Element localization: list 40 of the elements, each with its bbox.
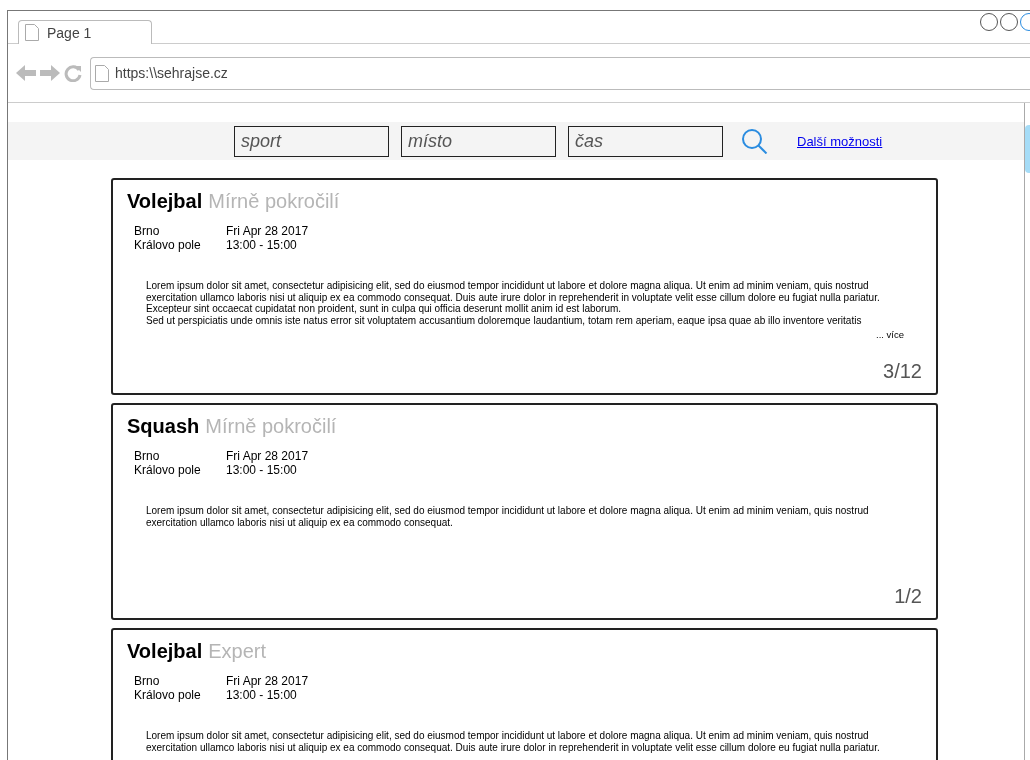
time-text: 13:00 - 15:00 bbox=[226, 463, 298, 477]
page-icon bbox=[25, 24, 39, 41]
date-text: Fri Apr 28 2017 bbox=[226, 675, 309, 689]
time-text: 13:00 - 15:00 bbox=[226, 238, 298, 252]
browser-tab[interactable]: Page 1 bbox=[18, 20, 152, 44]
sport-name: Volejbal bbox=[127, 190, 203, 213]
place-text: Královo pole bbox=[134, 238, 202, 252]
search-field[interactable]: místo bbox=[401, 125, 556, 157]
sport-name: Squash bbox=[127, 415, 200, 438]
date-text: Fri Apr 28 2017 bbox=[226, 450, 309, 464]
scroll-thumb[interactable] bbox=[1025, 125, 1030, 173]
event-card[interactable] bbox=[111, 178, 938, 395]
participant-count: 1/2 bbox=[894, 585, 922, 608]
place-text: Královo pole bbox=[134, 688, 202, 702]
skill-level: Mírně pokročilí bbox=[205, 415, 337, 438]
skill-level: Mírně pokročilí bbox=[208, 190, 340, 213]
more-options-link[interactable]: Další možnosti bbox=[797, 133, 883, 149]
place-text: Královo pole bbox=[134, 463, 202, 477]
reload-icon[interactable] bbox=[64, 64, 82, 82]
time-text: 13:00 - 15:00 bbox=[226, 688, 298, 702]
city-text: Brno bbox=[134, 225, 161, 239]
search-icon[interactable] bbox=[741, 128, 769, 154]
back-icon[interactable] bbox=[16, 65, 36, 81]
description-text: Lorem ipsum dolor sit amet, consectetur adipisicing elit, sed do eiusmod tempor incididunt ut labore et dolore magna aliqua. Ut enim ad minim veniam, quis nostrud exercitation ullamco laboris nisi ut aliquip ex ea commodo consequat. Duis aute irure dolor in reprehenderit in voluptate velit esse cillum dolore eu fugiat nulla pariatur. Excepteur sint occaecat cupidatat non proident, sunt in culpa qui officia deserunt mollit anim id est laborum. Sed ut perspiciatis unde omnis iste natus error sit voluptatem accusantium doloremque laudantium, totam rem aperiam, eaque ipsa quae ab illo inventore veritatis bbox=[146, 280, 881, 326]
description-text: Lorem ipsum dolor sit amet, consectetur adipisicing elit, sed do eiusmod tempor incididunt ut labore et dolore magna aliqua. Ut enim ad minim veniam, quis nostrud exercitation ullamco laboris nisi ut aliquip ex ea commodo consequat. bbox=[146, 505, 870, 528]
more-link[interactable]: ... více bbox=[876, 329, 904, 340]
participant-count: 3/12 bbox=[883, 360, 922, 383]
event-card[interactable] bbox=[111, 403, 938, 620]
city-text: Brno bbox=[134, 675, 161, 689]
sport-name: Volejbal bbox=[127, 640, 203, 663]
scrollbar[interactable] bbox=[1024, 103, 1030, 760]
forward-icon[interactable] bbox=[40, 65, 60, 81]
date-text: Fri Apr 28 2017 bbox=[226, 225, 309, 239]
address-bar[interactable]: https:\\sehrajse.cz bbox=[90, 56, 1030, 90]
page-icon bbox=[95, 64, 109, 82]
skill-level: Expert bbox=[208, 640, 267, 663]
city-text: Brno bbox=[134, 450, 161, 464]
search-field[interactable]: sport bbox=[234, 125, 389, 157]
search-field[interactable]: čas bbox=[568, 125, 723, 157]
description-text: Lorem ipsum dolor sit amet, consectetur adipisicing elit, sed do eiusmod tempor incididunt ut labore et dolore magna aliqua. Ut enim ad minim veniam, quis nostrud exercitation ullamco laboris nisi ut aliquip ex ea commodo consequat. Duis aute irure dolor in reprehenderit in voluptate velit esse cillum dolore eu fugiat nulla pariatur. bbox=[146, 730, 881, 753]
